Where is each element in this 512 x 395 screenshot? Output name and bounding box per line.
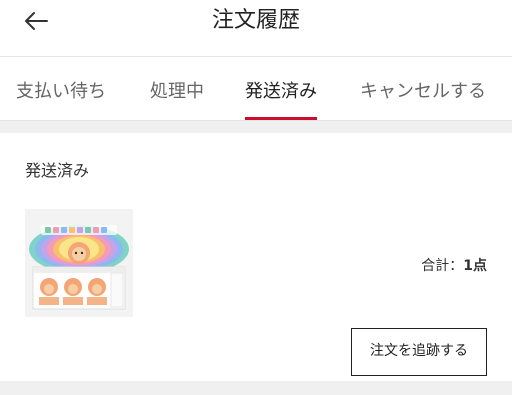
product-image [25,209,133,317]
page-title: 注文履歴 [211,8,300,33]
tab-processing[interactable]: 処理中 [150,57,204,121]
tab-awaiting-payment[interactable]: 支払い待ち [16,57,106,121]
tab-label: キャンセルする [360,81,486,102]
track-order-button[interactable]: 注文を追跡する [351,328,487,376]
section-spacer-bottom [0,381,512,395]
order-status: 発送済み [25,161,90,180]
header: 注文履歴 [0,0,512,57]
tab-shipped[interactable]: 発送済み [245,57,317,121]
status-tabs: 支払い待ち 処理中 発送済み キャンセルする [0,57,512,121]
total-count: 1点 [463,258,487,274]
tab-label: 支払い待ち [16,81,106,102]
tab-cancel[interactable]: キャンセルする [360,57,486,121]
order-card: 発送済み 合計：1点 注文を追跡する [0,133,512,381]
total-label: 合計： [421,258,464,274]
order-total: 合計：1点 [421,255,487,275]
order-history-page: 注文履歴 支払い待ち 処理中 発送済み キャンセルする 発送済み 合計：1点 注… [0,0,512,395]
section-spacer [0,121,512,133]
product-thumbnail[interactable] [25,209,133,317]
tab-label: 処理中 [150,81,204,102]
tab-label: 発送済み [245,81,317,102]
